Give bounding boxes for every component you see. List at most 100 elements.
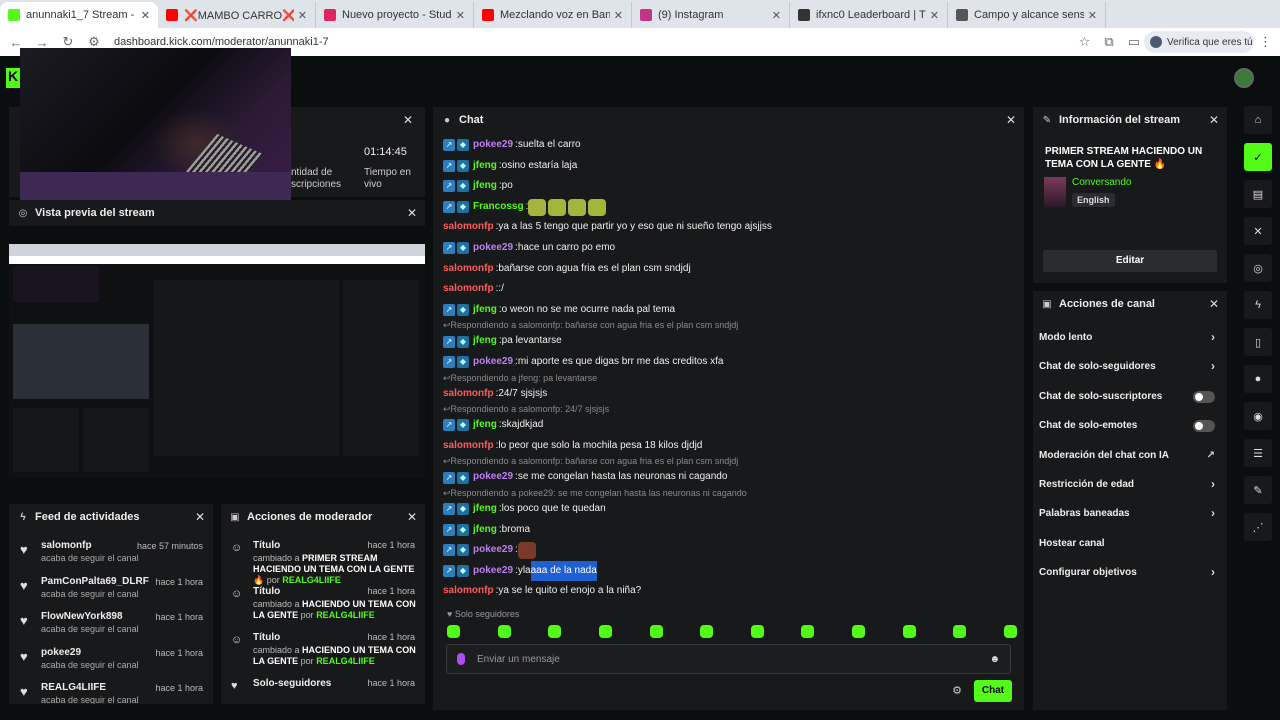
reply-text: Respondiendo a salomonfp: bañarse con ag… bbox=[450, 320, 739, 331]
tab-close-icon[interactable]: ✕ bbox=[141, 9, 150, 22]
tab-close-icon[interactable]: ✕ bbox=[298, 9, 307, 22]
close-icon[interactable]: ✕ bbox=[403, 113, 413, 127]
emote-icon[interactable] bbox=[953, 625, 967, 638]
channel-action-item[interactable]: Chat de solo-suscriptores bbox=[1033, 382, 1227, 411]
channel-action-item[interactable]: Restricción de edad › bbox=[1033, 470, 1227, 499]
close-icon[interactable]: ✕ bbox=[407, 510, 417, 524]
chat-username[interactable]: salomonfp bbox=[443, 436, 494, 457]
tool-button[interactable]: ✓ bbox=[1244, 143, 1272, 171]
tool-button[interactable]: ◎ bbox=[1244, 254, 1272, 282]
channel-action-item[interactable]: Palabras baneadas › bbox=[1033, 499, 1227, 528]
panel-title: Feed de actividades bbox=[35, 511, 140, 523]
stream-preview-image[interactable] bbox=[9, 244, 425, 478]
menu-dots-icon[interactable]: ⋮ bbox=[1259, 34, 1272, 50]
close-icon[interactable]: ✕ bbox=[1209, 113, 1219, 127]
tab-close-icon[interactable]: ✕ bbox=[614, 9, 623, 22]
stream-video[interactable] bbox=[20, 48, 291, 200]
chat-username[interactable]: pokee29 bbox=[473, 135, 513, 156]
emote-icon[interactable] bbox=[548, 625, 562, 638]
channel-action-item[interactable]: Chat de solo-emotes bbox=[1033, 411, 1227, 440]
channel-action-item[interactable]: Configurar objetivos › bbox=[1033, 558, 1227, 587]
chat-username[interactable]: pokee29 bbox=[473, 467, 513, 488]
address-bar[interactable]: dashboard.kick.com/moderator/anunnaki1-7 bbox=[114, 36, 329, 48]
tool-button[interactable]: ☰ bbox=[1244, 439, 1272, 467]
avatar[interactable] bbox=[1234, 68, 1254, 88]
tool-button[interactable]: ▤ bbox=[1244, 180, 1272, 208]
chat-username[interactable]: salomonfp bbox=[443, 279, 494, 300]
tab-title: ❌MAMBO CARRO❌ | JAIRO bbox=[184, 9, 294, 22]
tool-button[interactable]: ✎ bbox=[1244, 476, 1272, 504]
mic-icon[interactable] bbox=[457, 653, 465, 665]
tab-close-icon[interactable]: ✕ bbox=[930, 9, 939, 22]
moderator-name[interactable]: REALG4LIIFE bbox=[282, 575, 341, 585]
channel-action-item[interactable]: Chat de solo-seguidores › bbox=[1033, 352, 1227, 381]
browser-tab[interactable]: (9) Instagram ✕ bbox=[632, 2, 790, 28]
tool-button[interactable]: ● bbox=[1244, 365, 1272, 393]
browser-tab[interactable]: ❌MAMBO CARRO❌ | JAIRO ✕ bbox=[158, 2, 316, 28]
chat-username[interactable]: salomonfp bbox=[443, 259, 494, 280]
toggle-switch[interactable] bbox=[1193, 420, 1215, 433]
chat-username[interactable]: jfeng bbox=[473, 415, 497, 436]
channel-action-item[interactable]: Moderación del chat con IA ↗ bbox=[1033, 441, 1227, 470]
channel-action-item[interactable]: Modo lento › bbox=[1033, 323, 1227, 352]
tab-close-icon[interactable]: ✕ bbox=[1088, 9, 1097, 22]
bookmark-star-icon[interactable]: ☆ bbox=[1079, 34, 1091, 50]
browser-tab[interactable]: anunnaki1_7 Stream - Kick Das ✕ bbox=[0, 2, 158, 28]
emote-icon[interactable] bbox=[852, 625, 865, 638]
profile-verify-chip[interactable]: Verifica que eres tú bbox=[1144, 31, 1254, 53]
extensions-icon[interactable]: ⧉ bbox=[1104, 34, 1113, 50]
chat-settings-gear-icon[interactable]: ⚙ bbox=[952, 684, 962, 697]
edit-button[interactable]: Editar bbox=[1043, 250, 1217, 272]
tool-button[interactable]: ◉ bbox=[1244, 402, 1272, 430]
emote-icon[interactable] bbox=[447, 625, 460, 638]
emoji-icon[interactable]: ☻ bbox=[989, 654, 1000, 665]
browser-tab[interactable]: Campo y alcance sensor ✕ bbox=[948, 2, 1106, 28]
browser-tab[interactable]: Mezclando voz en BandLab #b ✕ bbox=[474, 2, 632, 28]
chat-username[interactable]: pokee29 bbox=[473, 540, 513, 561]
tool-button[interactable]: ⋰ bbox=[1244, 513, 1272, 541]
stream-category[interactable]: Conversando bbox=[1072, 177, 1131, 188]
sidepanel-icon[interactable]: ▭ bbox=[1128, 34, 1140, 50]
kick-logo-icon[interactable]: K bbox=[6, 68, 20, 88]
toggle-switch[interactable] bbox=[1193, 390, 1215, 403]
moderator-name[interactable]: REALG4LIIFE bbox=[316, 656, 375, 666]
chat-username[interactable]: jfeng bbox=[473, 520, 497, 541]
emote-icon[interactable] bbox=[1003, 625, 1017, 638]
chat-username[interactable]: jfeng bbox=[473, 499, 497, 520]
chat-username[interactable]: salomonfp bbox=[443, 384, 494, 405]
chat-username[interactable]: salomonfp bbox=[443, 217, 494, 238]
chat-input[interactable]: Enviar un mensaje ☻ bbox=[446, 644, 1011, 674]
chat-message: salomonfp: ya a las 5 tengo que partir y… bbox=[443, 217, 1013, 238]
tab-close-icon[interactable]: ✕ bbox=[456, 9, 465, 22]
emote-icon[interactable] bbox=[801, 625, 815, 638]
close-icon[interactable]: ✕ bbox=[1006, 113, 1016, 127]
browser-tab[interactable]: ifxnc0 Leaderboard | The best ✕ bbox=[790, 2, 948, 28]
tool-button[interactable]: ✕ bbox=[1244, 217, 1272, 245]
chat-username[interactable]: pokee29 bbox=[473, 352, 513, 373]
tool-button[interactable]: ϟ bbox=[1244, 291, 1272, 319]
tab-close-icon[interactable]: ✕ bbox=[772, 9, 781, 22]
emote-icon[interactable] bbox=[649, 625, 663, 638]
close-icon[interactable]: ✕ bbox=[195, 510, 205, 524]
emote-icon[interactable] bbox=[750, 625, 764, 638]
chat-username[interactable]: Francossg bbox=[473, 197, 524, 218]
emote-icon[interactable] bbox=[497, 625, 511, 638]
send-chat-button[interactable]: Chat bbox=[974, 680, 1012, 702]
chat-username[interactable]: jfeng bbox=[473, 176, 497, 197]
chat-username[interactable]: jfeng bbox=[473, 300, 497, 321]
moderator-name[interactable]: REALG4LIIFE bbox=[316, 610, 375, 620]
channel-action-item[interactable]: Hostear canal bbox=[1033, 529, 1227, 558]
close-icon[interactable]: ✕ bbox=[407, 206, 417, 220]
tool-button[interactable]: ⌂ bbox=[1244, 106, 1272, 134]
tool-button[interactable]: ▯ bbox=[1244, 328, 1272, 356]
chat-username[interactable]: jfeng bbox=[473, 331, 497, 352]
emote-icon[interactable] bbox=[700, 625, 714, 638]
browser-tab[interactable]: Nuevo proyecto - Studio ✕ bbox=[316, 2, 474, 28]
close-icon[interactable]: ✕ bbox=[1209, 297, 1219, 311]
chat-username[interactable]: pokee29 bbox=[473, 238, 513, 259]
emote-icon[interactable] bbox=[598, 625, 612, 638]
chat-username[interactable]: jfeng bbox=[473, 156, 497, 177]
chat-username[interactable]: salomonfp bbox=[443, 581, 494, 602]
emote-icon[interactable] bbox=[902, 625, 916, 638]
chat-username[interactable]: pokee29 bbox=[473, 561, 513, 582]
